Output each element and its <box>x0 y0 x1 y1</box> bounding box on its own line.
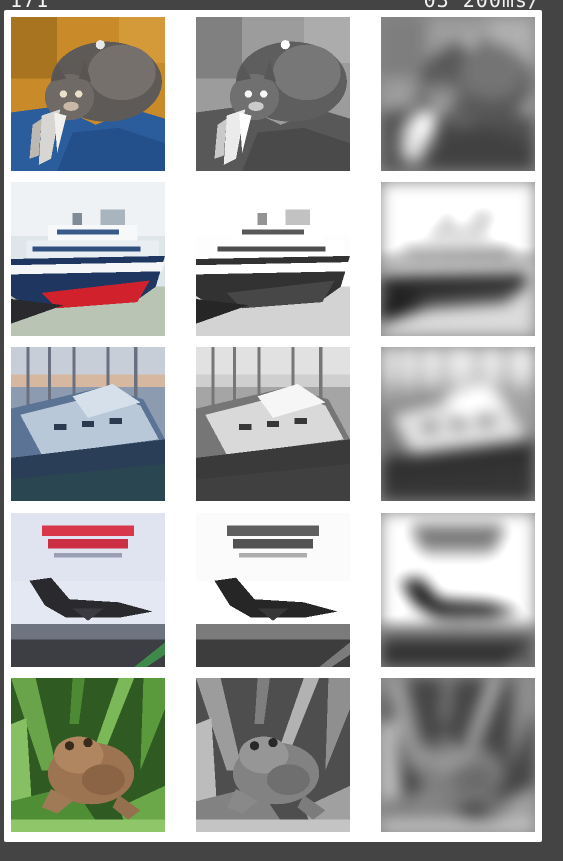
airplane-grayscale-thumbnail <box>196 513 350 667</box>
frog-blurred-thumbnail <box>381 678 535 832</box>
boat-grayscale-thumbnail <box>196 347 350 501</box>
ship-original-thumbnail <box>11 182 165 336</box>
status-left-text: 171 <box>10 0 49 10</box>
ship-grayscale-thumbnail <box>196 182 350 336</box>
frog-grayscale-thumbnail <box>196 678 350 832</box>
boat-blurred-thumbnail <box>381 347 535 501</box>
ship-blurred-thumbnail <box>381 182 535 336</box>
cat-original-thumbnail <box>11 17 165 171</box>
top-status-bar: 171 03 200ms/ <box>0 0 563 10</box>
image-grid-panel <box>4 10 542 842</box>
airplane-original-thumbnail <box>11 513 165 667</box>
cat-grayscale-thumbnail <box>196 17 350 171</box>
airplane-blurred-thumbnail <box>381 513 535 667</box>
cat-blurred-thumbnail <box>381 17 535 171</box>
frog-original-thumbnail <box>11 678 165 832</box>
boat-original-thumbnail <box>11 347 165 501</box>
status-right-text: 03 200ms/ <box>424 0 541 10</box>
